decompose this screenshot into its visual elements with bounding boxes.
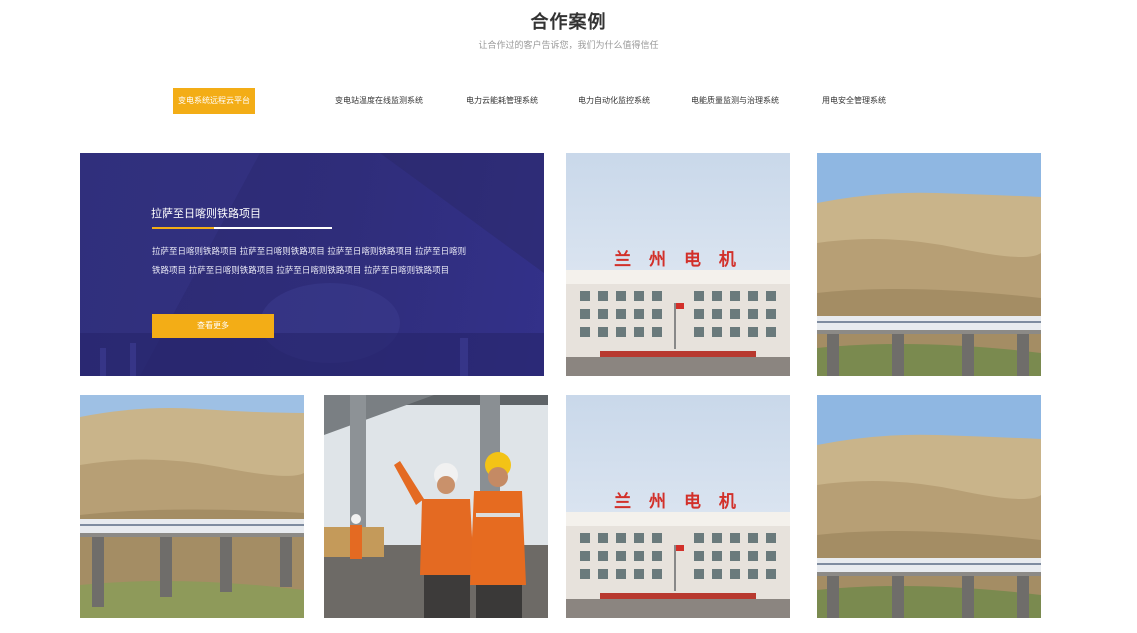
project-photo-railway[interactable]: [817, 153, 1041, 376]
tab-remote-cloud-platform[interactable]: 变电系统远程云平台: [173, 88, 255, 114]
feature-divider-accent: [152, 227, 214, 229]
railway-photo-image-3: [817, 395, 1041, 618]
page: 合作案例 让合作过的客户告诉您，我们为什么值得信任 变电系统远程云平台 变电站温…: [0, 0, 1137, 633]
tab-electrical-safety[interactable]: 用电安全管理系统: [822, 88, 886, 114]
feature-description: 拉萨至日喀则铁路项目 拉萨至日喀则铁路项目 拉萨至日喀则铁路项目 拉萨至日喀则铁…: [152, 247, 467, 276]
section-title: 合作案例: [530, 12, 607, 33]
building-photo-image: 兰 州 电 机: [566, 153, 790, 376]
section-subtitle: 让合作过的客户告诉您，我们为什么值得信任: [478, 41, 659, 51]
tab-power-cloud-energy[interactable]: 电力云能耗管理系统: [466, 88, 538, 114]
project-photo-railway-2[interactable]: [80, 395, 304, 618]
feature-title: 拉萨至日喀则铁路项目: [151, 207, 261, 220]
project-photo-building[interactable]: 兰 州 电 机: [566, 153, 790, 376]
building-sign-text-2: 兰 州 电 机: [614, 491, 742, 512]
tab-substation-temperature[interactable]: 变电站温度在线监测系统: [335, 88, 423, 114]
building-sign-text: 兰 州 电 机: [614, 249, 742, 270]
project-photo-building-2[interactable]: 兰 州 电 机: [566, 395, 790, 618]
project-photo-workers[interactable]: [324, 395, 548, 618]
railway-photo-image-2: [80, 395, 304, 618]
view-more-button[interactable]: 查看更多: [152, 314, 274, 338]
tab-power-quality[interactable]: 电能质量监测与治理系统: [691, 88, 779, 114]
building-photo-image-2: 兰 州 电 机: [566, 395, 790, 618]
featured-project-card: 拉萨至日喀则铁路项目 拉萨至日喀则铁路项目 拉萨至日喀则铁路项目 拉萨至日喀则铁…: [80, 153, 544, 376]
project-photo-railway-3[interactable]: [817, 395, 1041, 618]
category-tabs: 变电系统远程云平台 变电站温度在线监测系统 电力云能耗管理系统 电力自动化监控系…: [0, 88, 1137, 114]
feature-divider: [152, 227, 332, 229]
railway-photo-image: [817, 153, 1041, 376]
tab-power-automation[interactable]: 电力自动化监控系统: [578, 88, 650, 114]
workers-photo-image: [324, 395, 548, 618]
